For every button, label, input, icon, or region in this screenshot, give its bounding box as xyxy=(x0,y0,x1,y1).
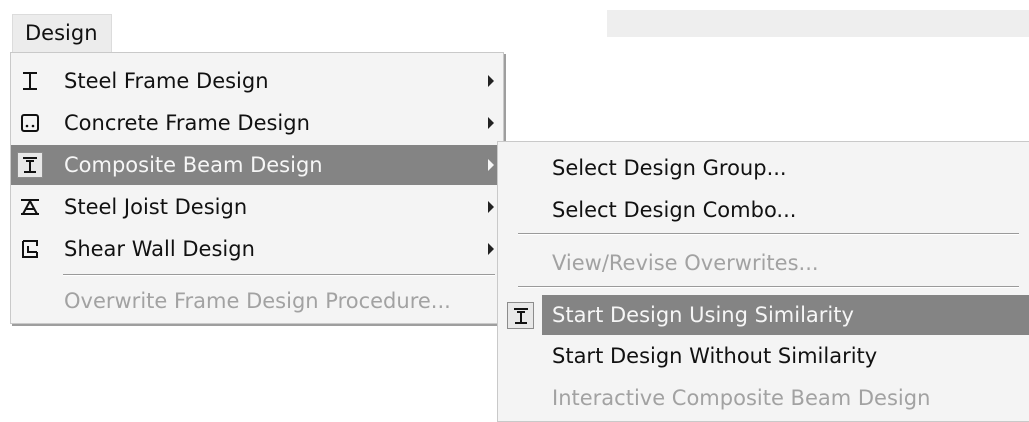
menu-item-label: Start Design Without Similarity xyxy=(552,344,878,368)
menu-item-label: Shear Wall Design xyxy=(64,237,255,261)
shear-wall-icon xyxy=(17,236,43,262)
menu-item-overwrite-frame-design-procedure[interactable]: Overwrite Frame Design Procedure... xyxy=(11,281,503,321)
menu-separator xyxy=(63,274,495,276)
menu-item-label: Composite Beam Design xyxy=(64,153,323,177)
submenu-item-interactive-composite-beam-design[interactable]: Interactive Composite Beam Design xyxy=(498,378,1029,418)
submenu-item-start-design-using-similarity[interactable]: Start Design Using Similarity xyxy=(542,295,1029,335)
menu-item-label: Start Design Using Similarity xyxy=(552,303,854,327)
menu-item-label: Steel Frame Design xyxy=(64,69,269,93)
menubar-right-area xyxy=(607,10,1029,37)
composite-beam-submenu: Select Design Group... Select Design Com… xyxy=(497,141,1029,422)
menu-item-label: Select Design Group... xyxy=(552,156,787,180)
submenu-item-select-design-combo[interactable]: Select Design Combo... xyxy=(498,190,1029,230)
menu-item-composite-beam-design[interactable]: Composite Beam Design xyxy=(11,145,503,185)
menubar-design-label: Design xyxy=(25,21,98,45)
submenu-arrow-icon xyxy=(488,117,494,129)
concrete-section-icon xyxy=(17,110,43,136)
menu-item-label: View/Revise Overwrites... xyxy=(552,251,819,275)
menu-item-label: Concrete Frame Design xyxy=(64,111,310,135)
steel-i-beam-icon xyxy=(17,68,43,94)
submenu-arrow-icon xyxy=(488,75,494,87)
steel-joist-icon xyxy=(17,194,43,220)
menu-item-steel-joist-design[interactable]: Steel Joist Design xyxy=(11,187,503,227)
menu-separator xyxy=(518,286,1019,288)
menu-item-label: Overwrite Frame Design Procedure... xyxy=(64,289,451,313)
menu-separator xyxy=(518,233,1019,235)
design-menu: Steel Frame Design Concrete Frame Design… xyxy=(10,52,504,324)
submenu-item-select-design-group[interactable]: Select Design Group... xyxy=(498,148,1029,188)
submenu-arrow-icon xyxy=(488,201,494,213)
menu-item-steel-frame-design[interactable]: Steel Frame Design xyxy=(11,61,503,101)
submenu-item-start-design-without-similarity[interactable]: Start Design Without Similarity xyxy=(498,336,1029,376)
menu-item-shear-wall-design[interactable]: Shear Wall Design xyxy=(11,229,503,269)
submenu-arrow-icon xyxy=(488,243,494,255)
submenu-item-view-revise-overwrites[interactable]: View/Revise Overwrites... xyxy=(498,243,1029,283)
composite-beam-icon xyxy=(507,302,534,329)
composite-beam-icon xyxy=(17,152,43,178)
menu-item-label: Interactive Composite Beam Design xyxy=(552,386,931,410)
submenu-arrow-icon xyxy=(488,159,494,171)
menu-item-label: Select Design Combo... xyxy=(552,198,797,222)
menu-item-concrete-frame-design[interactable]: Concrete Frame Design xyxy=(11,103,503,143)
menu-item-label: Steel Joist Design xyxy=(64,195,248,219)
menubar-design[interactable]: Design xyxy=(12,14,112,52)
